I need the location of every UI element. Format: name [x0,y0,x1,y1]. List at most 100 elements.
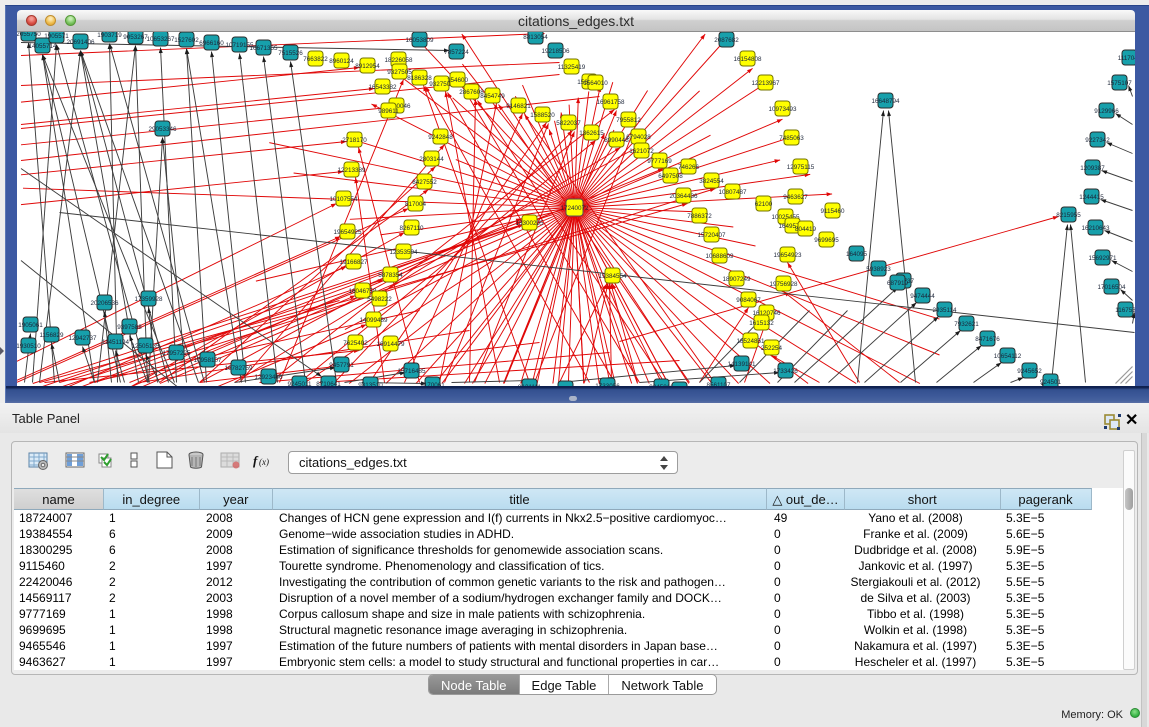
svg-text:1903719: 1903719 [97,32,122,39]
svg-text:14055714: 14055714 [28,43,57,50]
svg-text:10107554: 10107554 [329,196,358,203]
svg-text:7886372: 7886372 [687,213,712,220]
svg-text:2087682: 2087682 [714,37,739,44]
svg-text:116753: 116753 [1115,307,1134,314]
svg-text:7485063: 7485063 [779,135,804,142]
svg-text:3824554: 3824554 [699,178,724,185]
svg-text:15692971: 15692971 [1088,255,1117,262]
svg-text:1733426: 1733426 [773,368,798,375]
svg-text:924501: 924501 [1040,379,1062,386]
svg-text:1156829: 1156829 [39,332,64,339]
svg-text:12923446: 12923446 [254,374,283,381]
svg-text:16961758: 16961758 [596,99,625,106]
svg-text:20364436: 20364436 [669,193,698,200]
svg-text:9699695: 9699695 [814,237,839,244]
svg-text:7515526: 7515526 [278,50,303,57]
svg-text:8710641: 8710641 [316,381,341,386]
svg-text:7663822: 7663822 [303,56,328,63]
svg-text:19654923: 19654923 [773,252,802,259]
svg-text:19756928: 19756928 [769,281,798,288]
svg-text:817004: 817004 [405,201,427,208]
svg-text:11325419: 11325419 [558,64,586,71]
svg-text:7955812: 7955812 [616,117,641,124]
svg-text:16782759: 16782759 [224,365,253,372]
svg-text:9053267: 9053267 [123,34,148,41]
svg-text:8454749: 8454749 [480,93,505,100]
svg-text:9242848: 9242848 [428,134,453,141]
svg-text:1905061: 1905061 [18,322,43,329]
svg-text:17957225: 17957225 [162,350,191,357]
svg-text:8813054: 8813054 [523,34,548,41]
svg-text:252254: 252254 [761,345,783,352]
svg-text:9474444: 9474444 [910,293,935,300]
svg-text:2935114: 2935114 [932,307,957,314]
svg-text:1209387: 1209387 [1080,165,1105,172]
svg-text:9146821: 9146821 [506,103,531,110]
svg-text:154600: 154600 [447,77,469,84]
svg-text:7625402: 7625402 [343,340,368,347]
svg-text:6497508: 6497508 [658,173,683,180]
svg-text:16543382: 16543382 [368,84,397,91]
svg-text:1362615: 1362615 [579,130,604,137]
svg-text:12942737: 12942737 [68,335,97,342]
svg-text:1575107: 1575107 [1107,80,1132,87]
svg-text:16053809: 16053809 [405,37,434,44]
svg-text:8471676: 8471676 [975,336,1000,343]
svg-text:18300295: 18300295 [515,220,544,227]
svg-text:14099489: 14099489 [359,317,388,324]
svg-text:7857224: 7857224 [444,49,469,56]
svg-text:11451194: 11451194 [102,339,130,346]
svg-text:10688609: 10688609 [705,253,734,260]
svg-text:20691406: 20691406 [66,39,95,46]
svg-text:746266: 746266 [678,164,700,171]
svg-text:17240072: 17240072 [560,205,589,212]
svg-text:19218506: 19218506 [541,48,570,55]
svg-text:1621072: 1621072 [629,148,654,155]
svg-text:8267110: 8267110 [399,225,424,232]
svg-text:8215955: 8215955 [1056,212,1081,219]
svg-text:687919: 687919 [887,280,909,287]
svg-text:9245011: 9245011 [287,381,312,386]
svg-text:20206536: 20206536 [90,300,119,307]
svg-text:10653267: 10653267 [146,36,175,43]
svg-text:17016504: 17016504 [1097,284,1126,291]
svg-text:14139141: 14139141 [727,361,756,368]
svg-text:164095: 164095 [846,251,868,258]
svg-text:18524851: 18524851 [736,338,765,345]
svg-text:1527602: 1527602 [174,37,199,44]
svg-text:8427552: 8427552 [412,179,437,186]
svg-text:62100: 62100 [755,201,773,208]
svg-text:9084067: 9084067 [736,297,761,304]
svg-text:2055750: 2055750 [17,32,41,38]
svg-text:5878354: 5878354 [378,272,403,279]
svg-text:15720407: 15720407 [697,232,726,239]
svg-text:12213967: 12213967 [751,80,780,87]
svg-text:2803144: 2803144 [419,156,444,163]
svg-text:5822037: 5822037 [556,120,581,127]
svg-text:10807487: 10807487 [718,189,747,196]
svg-text:9129966: 9129966 [1094,108,1119,115]
svg-text:10654112: 10654112 [994,353,1022,360]
svg-text:5938923: 5938923 [866,266,891,273]
svg-text:9457791: 9457791 [329,362,354,369]
svg-text:19654925: 19654925 [333,229,362,236]
svg-text:16648794: 16648794 [871,98,900,105]
svg-text:16914479: 16914479 [376,341,405,348]
svg-text:10958107: 10958107 [193,357,222,364]
svg-text:1564010: 1564010 [583,80,608,87]
svg-text:989611: 989611 [378,108,399,115]
svg-text:1733056: 1733056 [595,383,620,386]
svg-text:16210643: 16210643 [1081,225,1110,232]
svg-text:9397588: 9397588 [117,324,142,331]
svg-text:5498222: 5498222 [367,296,392,303]
svg-text:9313510: 9313510 [358,382,383,386]
svg-text:18226058: 18226058 [384,57,413,64]
svg-text:29053346: 29053346 [148,126,177,133]
svg-text:9170061: 9170061 [420,382,445,386]
svg-text:(x): (x) [259,457,269,467]
svg-text:18907249: 18907249 [722,276,751,283]
svg-text:9463627: 9463627 [783,194,808,201]
svg-text:8561107: 8561107 [706,382,731,386]
svg-text:8131111: 8131111 [518,384,542,386]
svg-text:9245013: 9245013 [649,384,674,386]
